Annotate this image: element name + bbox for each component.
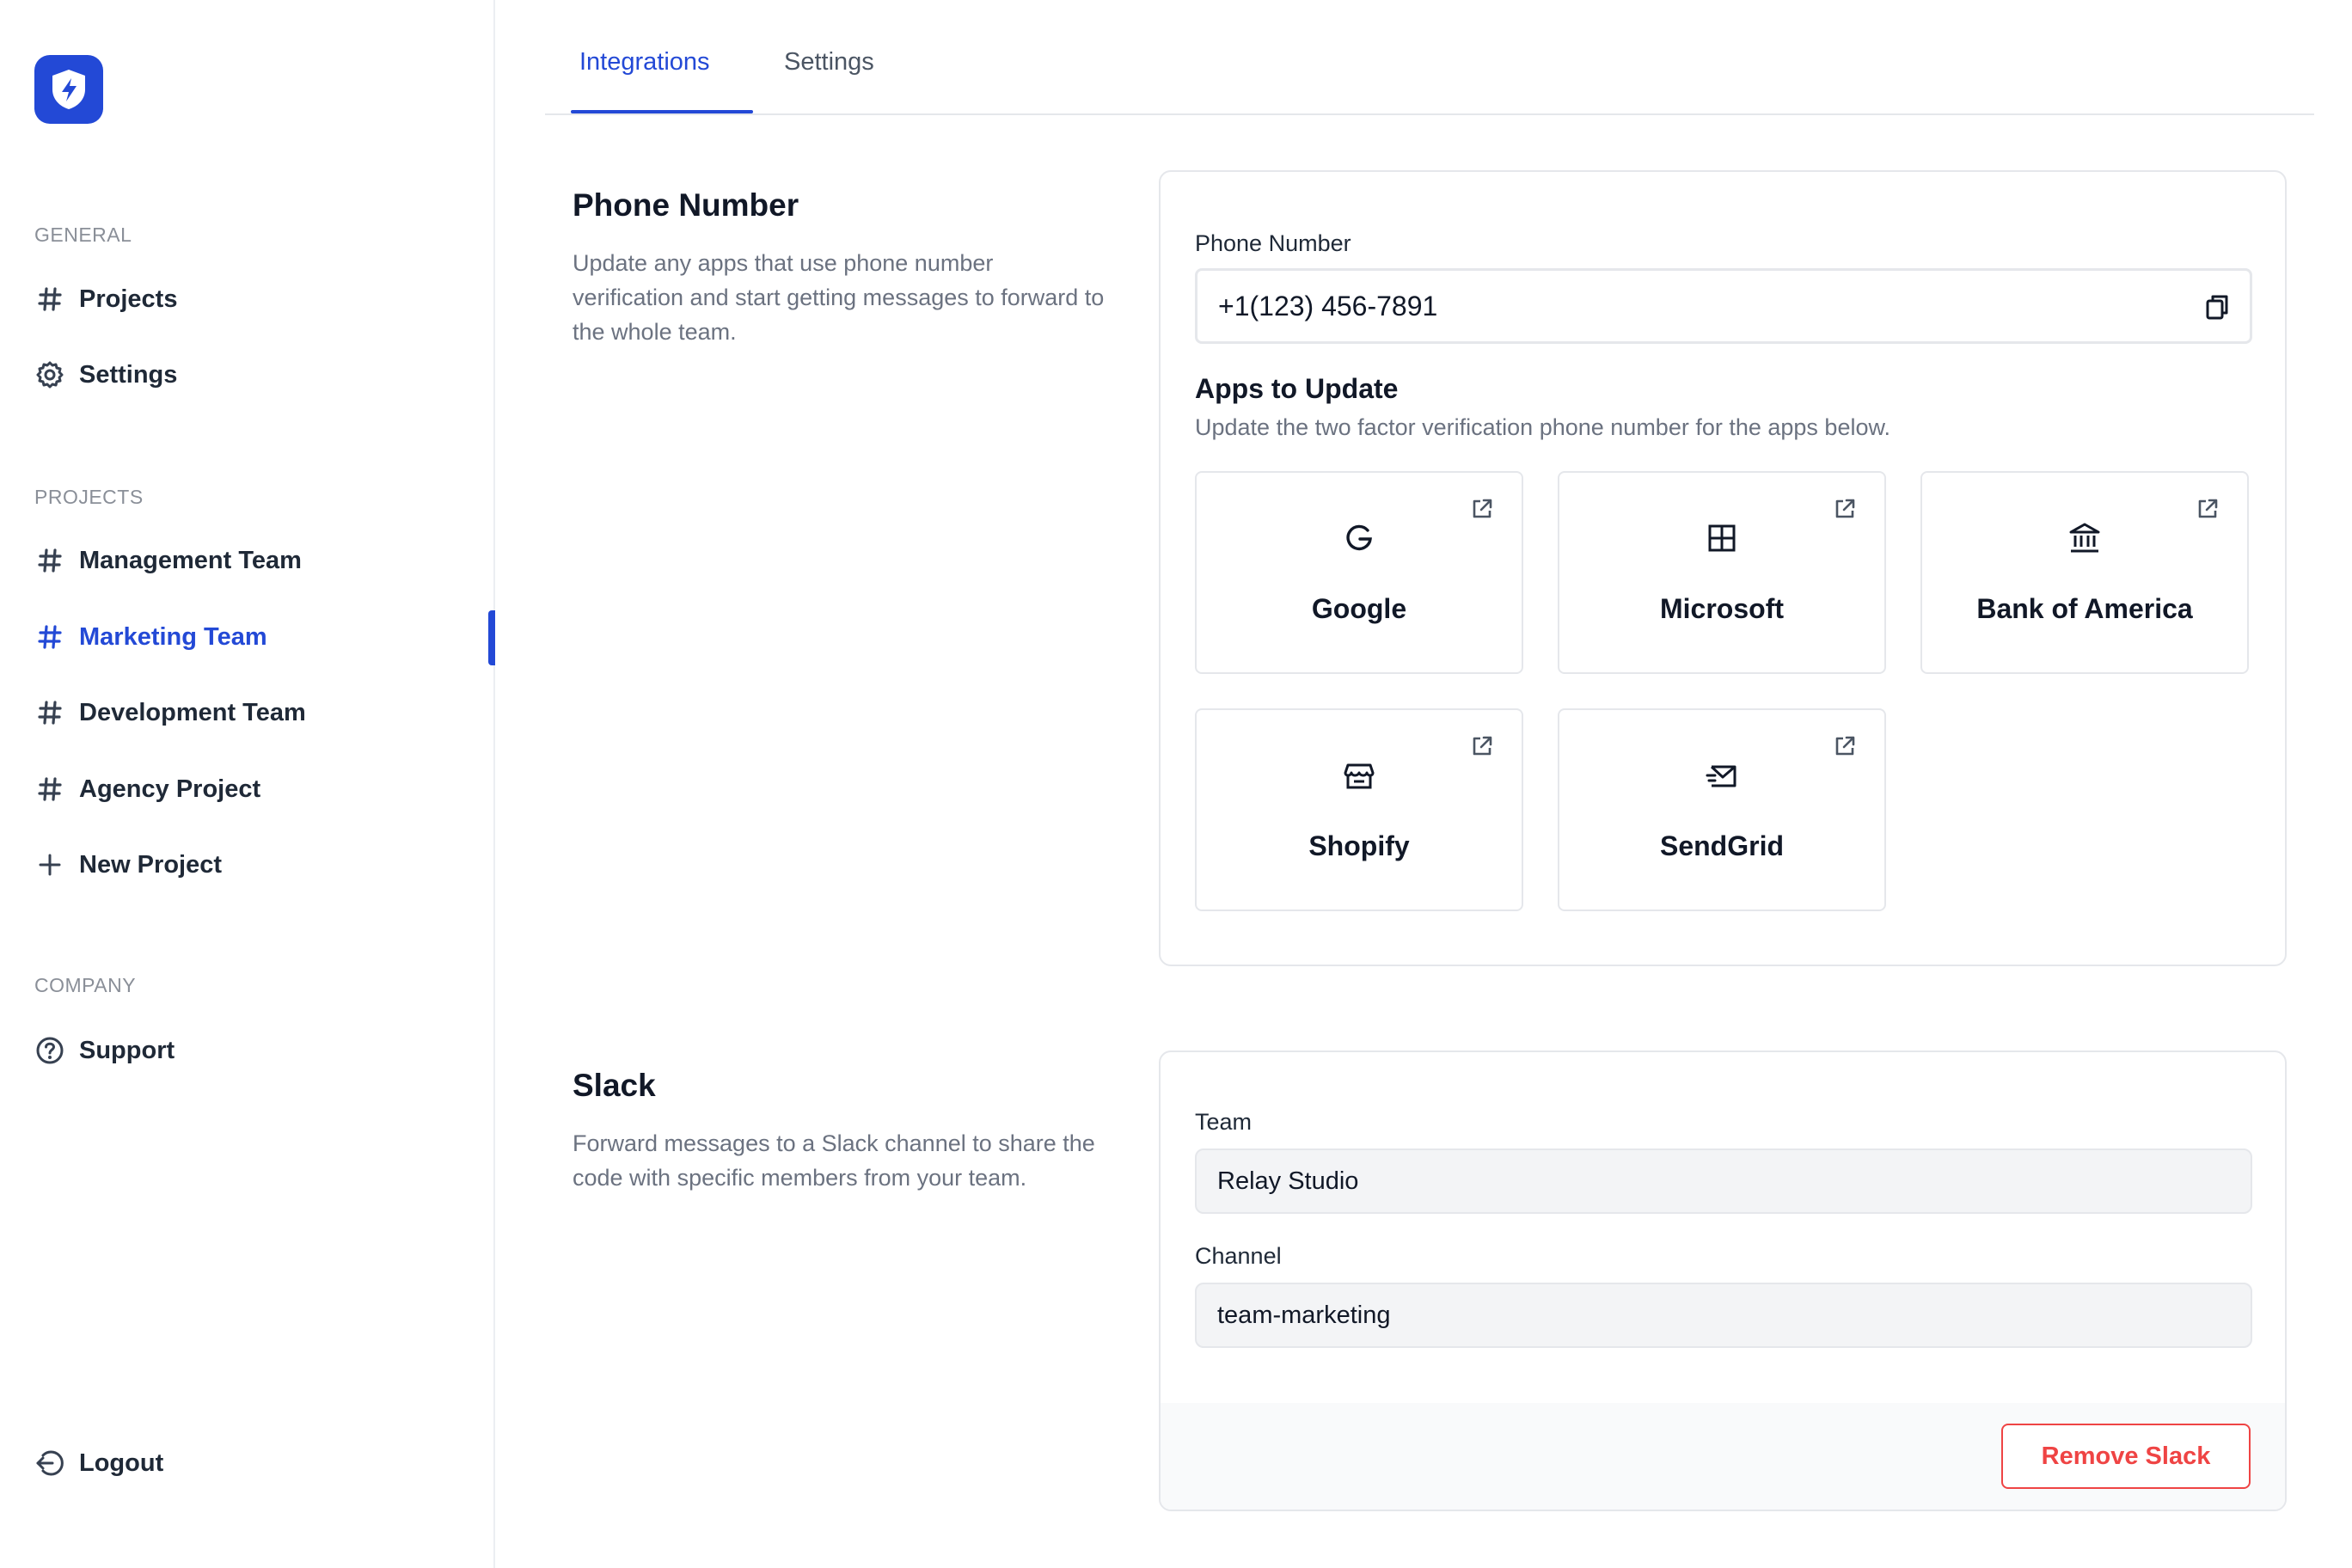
- phone-number-value: +1(123) 456-7891: [1218, 290, 1438, 322]
- sidebar-item-label: New Project: [79, 850, 222, 879]
- sidebar-item-label: Agency Project: [79, 775, 261, 803]
- logout-icon: [34, 1448, 65, 1479]
- team-field-label: Team: [1195, 1109, 1253, 1135]
- team-value: Relay Studio: [1217, 1167, 1359, 1195]
- shield-bolt-icon: [52, 70, 85, 109]
- external-link-icon: [2198, 499, 2218, 518]
- app-tile-google[interactable]: Google: [1195, 471, 1523, 674]
- sidebar-item-marketing-team[interactable]: Marketing Team: [34, 611, 481, 663]
- sidebar-item-label: Management Team: [79, 546, 302, 574]
- sidebar-item-settings[interactable]: Settings: [34, 349, 481, 401]
- copy-icon[interactable]: [2202, 291, 2233, 322]
- logout-label: Logout: [79, 1449, 164, 1477]
- section-label-projects: PROJECTS: [34, 486, 144, 508]
- external-link-icon: [1473, 736, 1492, 756]
- phone-card: Phone Number +1(123) 456-7891 Apps to Up…: [1159, 170, 2287, 966]
- phone-section-description: Update any apps that use phone number ve…: [573, 250, 1105, 345]
- sidebar-item-development-team[interactable]: Development Team: [34, 687, 481, 738]
- slack-card: Team Relay Studio Channel team-marketing…: [1159, 1050, 2287, 1511]
- external-link-icon: [1473, 499, 1492, 518]
- sidebar-item-label: Support: [79, 1036, 175, 1064]
- active-tab-underline: [571, 110, 753, 113]
- remove-slack-button[interactable]: Remove Slack: [2001, 1424, 2251, 1489]
- channel-value: team-marketing: [1217, 1301, 1391, 1329]
- mail-send-icon: [1706, 765, 1736, 787]
- google-g-icon: [1346, 524, 1372, 551]
- logout-button[interactable]: Logout: [34, 1437, 481, 1489]
- sidebar-item-agency-project[interactable]: Agency Project: [34, 763, 481, 815]
- tab-settings[interactable]: Settings: [784, 48, 874, 77]
- section-label-general: GENERAL: [34, 224, 132, 246]
- channel-field-label: Channel: [1195, 1243, 1282, 1269]
- sidebar: GENERAL Projects Settings PROJECTS Manag…: [0, 0, 495, 1568]
- team-input[interactable]: Relay Studio: [1195, 1148, 2252, 1214]
- tab-integrations[interactable]: Integrations: [579, 48, 710, 77]
- help-circle-icon: [34, 1035, 65, 1066]
- channel-input[interactable]: team-marketing: [1195, 1283, 2252, 1348]
- phone-field-label: Phone Number: [1195, 230, 1351, 256]
- phone-section-title: Phone Number: [573, 187, 799, 223]
- sidebar-item-management-team[interactable]: Management Team: [34, 535, 481, 586]
- apps-subtitle: Update the two factor verification phone…: [1195, 414, 1890, 440]
- app-tile-bank-of-america[interactable]: Bank of America: [1920, 471, 2249, 674]
- app-tile-sendgrid[interactable]: SendGrid: [1558, 708, 1886, 911]
- slack-card-footer: Remove Slack: [1161, 1403, 2285, 1510]
- sidebar-item-label: Settings: [79, 360, 178, 389]
- store-icon: [1344, 763, 1375, 789]
- hash-icon: [34, 545, 65, 576]
- external-link-icon: [1835, 736, 1855, 756]
- bank-icon: [2069, 523, 2100, 553]
- sidebar-item-label: Development Team: [79, 698, 306, 726]
- sidebar-item-label: Projects: [79, 285, 178, 313]
- windows-grid-icon: [1708, 524, 1736, 552]
- sidebar-item-support[interactable]: Support: [34, 1025, 481, 1076]
- active-indicator: [488, 610, 495, 665]
- tab-bar: Integrations Settings: [545, 0, 2314, 115]
- sidebar-item-new-project[interactable]: New Project: [34, 839, 481, 891]
- slack-section-title: Slack: [573, 1068, 656, 1103]
- sidebar-item-label: Marketing Team: [79, 622, 267, 651]
- app-name: SendGrid: [1659, 830, 1784, 861]
- app-tile-microsoft[interactable]: Microsoft: [1558, 471, 1886, 674]
- external-link-icon: [1835, 499, 1855, 518]
- plus-icon: [34, 849, 65, 880]
- app-logo[interactable]: [34, 55, 103, 124]
- hash-icon: [34, 622, 65, 652]
- app-name: Shopify: [1308, 830, 1410, 861]
- sidebar-item-projects[interactable]: Projects: [34, 273, 481, 325]
- app-name: Bank of America: [1976, 593, 2193, 624]
- hash-icon: [34, 284, 65, 315]
- slack-section-description: Forward messages to a Slack channel to s…: [573, 1130, 1095, 1191]
- gear-icon: [34, 359, 65, 390]
- hash-icon: [34, 697, 65, 728]
- app-tile-shopify[interactable]: Shopify: [1195, 708, 1523, 911]
- hash-icon: [34, 774, 65, 805]
- app-name: Microsoft: [1660, 593, 1784, 624]
- app-name: Google: [1311, 593, 1407, 624]
- section-label-company: COMPANY: [34, 974, 137, 996]
- phone-number-field[interactable]: +1(123) 456-7891: [1195, 268, 2252, 344]
- apps-title: Apps to Update: [1195, 373, 1399, 404]
